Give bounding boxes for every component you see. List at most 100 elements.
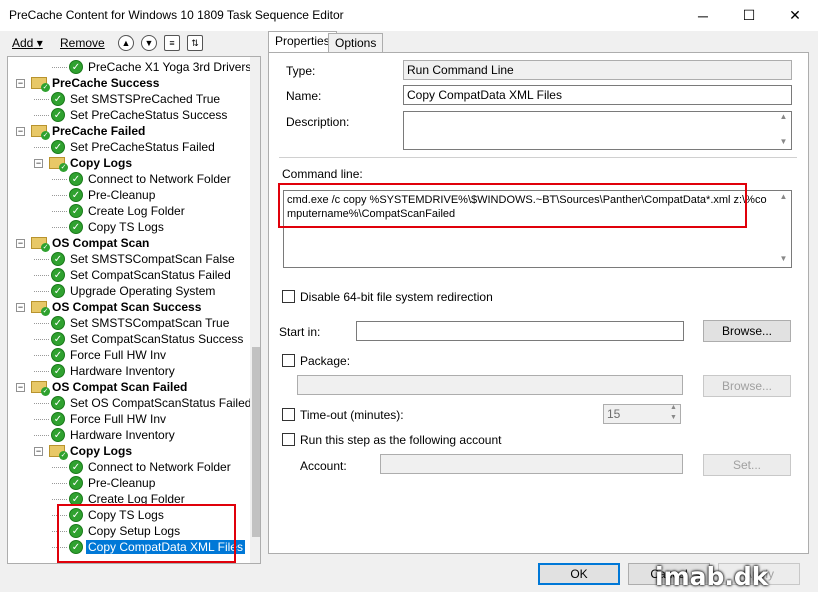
disable-64bit-checkbox[interactable]	[282, 290, 295, 303]
tree-group[interactable]: − OS Compat Scan Success	[16, 299, 203, 316]
tree-step[interactable]: ✓ Force Full HW Inv	[34, 411, 168, 427]
tree-connector	[34, 258, 49, 260]
tree-group[interactable]: − Copy Logs	[34, 443, 134, 460]
folder-icon	[31, 237, 50, 252]
remove-button[interactable]: Remove	[60, 36, 105, 50]
tree-group[interactable]: − OS Compat Scan Failed	[16, 379, 189, 396]
add-button[interactable]: Add ▾	[12, 36, 43, 50]
tree-step[interactable]: ✓ Create Log Folder	[52, 203, 187, 219]
tree-step[interactable]: ✓ Set CompatScanStatus Success	[34, 331, 245, 347]
tree-item-label: Set OS CompatScanStatus Failed	[70, 396, 252, 410]
maximize-icon: ☐	[742, 7, 756, 23]
stepper-down-icon[interactable]: ▼	[667, 414, 680, 421]
folder-icon	[31, 77, 50, 92]
tree-group[interactable]: − OS Compat Scan	[16, 235, 151, 252]
tree-step[interactable]: ✓ Hardware Inventory	[34, 427, 177, 443]
tree-connector	[34, 98, 49, 100]
tree-step[interactable]: ✓ Pre-Cleanup	[52, 475, 157, 491]
scroll-down-icon[interactable]: ▼	[777, 137, 790, 146]
tree-connector	[34, 354, 49, 356]
success-check-icon: ✓	[51, 428, 65, 442]
move-up-icon[interactable]: ▲	[118, 35, 134, 51]
start-in-label: Start in:	[279, 325, 321, 339]
tree-connector	[34, 418, 49, 420]
scroll-up-icon[interactable]: ▲	[777, 192, 790, 201]
description-input[interactable]	[403, 111, 792, 150]
tree-item-label: Copy Logs	[70, 444, 132, 458]
collapse-icon[interactable]: −	[16, 78, 25, 88]
type-field: Run Command Line	[403, 60, 792, 80]
tree-group[interactable]: − PreCache Failed	[16, 123, 147, 140]
tree-step[interactable]: ✓ Hardware Inventory	[34, 363, 177, 379]
tree-connector	[52, 466, 67, 468]
tree-step[interactable]: ✓ Set PreCacheStatus Success	[34, 107, 229, 123]
properties-panel: Type: Run Command Line Name: Copy Compat…	[268, 52, 809, 554]
task-sequence-tree[interactable]: ✓ PreCache X1 Yoga 3rd Drivers − PreCache S…	[7, 56, 261, 564]
tree-step[interactable]: ✓ Pre-Cleanup	[52, 187, 157, 203]
tree-step[interactable]: ✓ Connect to Network Folder	[52, 459, 233, 475]
tree-scrollbar[interactable]	[250, 57, 260, 563]
tree-item-label: Hardware Inventory	[70, 428, 175, 442]
move-down-icon[interactable]: ▼	[141, 35, 157, 51]
tree-group[interactable]: − PreCache Success	[16, 75, 161, 92]
folder-icon	[31, 301, 50, 316]
collapse-icon[interactable]: −	[16, 126, 25, 136]
timeout-checkbox[interactable]	[282, 408, 295, 421]
tree-item-label: OS Compat Scan Success	[52, 300, 202, 314]
scroll-up-icon[interactable]: ▲	[777, 112, 790, 121]
browse-button[interactable]: Browse...	[703, 320, 791, 342]
collapse-icon[interactable]: −	[16, 302, 25, 312]
minimize-button[interactable]: ─	[680, 0, 726, 31]
indent-icon[interactable]: ≡	[164, 35, 180, 51]
ok-button[interactable]: OK	[538, 563, 620, 585]
tree-step[interactable]: ✓ Force Full HW Inv	[34, 347, 168, 363]
tab-properties[interactable]: Properties	[268, 31, 337, 53]
tree-step[interactable]: ✓ Copy TS Logs	[52, 219, 166, 235]
tree-step[interactable]: ✓ Set SMSTSCompatScan True	[34, 315, 231, 331]
outdent-icon[interactable]: ⇅	[187, 35, 203, 51]
stepper-up-icon[interactable]: ▲	[667, 404, 680, 411]
package-checkbox[interactable]	[282, 354, 295, 367]
run-as-checkbox[interactable]	[282, 433, 295, 446]
tree-connector	[52, 482, 67, 484]
tree-step[interactable]: ✓ Set CompatScanStatus Failed	[34, 267, 233, 283]
command-line-label: Command line:	[282, 167, 363, 181]
collapse-icon[interactable]: −	[34, 158, 43, 168]
name-input[interactable]: Copy CompatData XML Files	[403, 85, 792, 105]
tree-step[interactable]: ✓ Set SMSTSPreCached True	[34, 91, 222, 107]
divider	[279, 157, 797, 158]
collapse-icon[interactable]: −	[34, 446, 43, 456]
tree-step[interactable]: ✓ Set PreCacheStatus Failed	[34, 139, 217, 155]
tree-connector	[52, 66, 67, 68]
collapse-icon[interactable]: −	[16, 382, 25, 392]
tree-item-label: Set SMSTSPreCached True	[70, 92, 221, 106]
tree-connector	[34, 146, 49, 148]
highlight-box-tree	[57, 504, 236, 563]
success-check-icon: ✓	[51, 284, 65, 298]
tree-connector	[34, 338, 49, 340]
browse-package-button[interactable]: Browse...	[703, 375, 791, 397]
tree-step[interactable]: ✓ Set SMSTSCompatScan False	[34, 251, 237, 267]
scroll-down-icon[interactable]: ▼	[777, 254, 790, 263]
minimize-icon: ─	[698, 7, 708, 24]
tree-item-label: Set CompatScanStatus Success	[70, 332, 244, 346]
maximize-button[interactable]: ☐	[726, 0, 772, 31]
tree-group[interactable]: − Copy Logs	[34, 155, 134, 172]
tree-step[interactable]: ✓ Connect to Network Folder	[52, 171, 233, 187]
tree-step[interactable]: ✓ PreCache X1 Yoga 3rd Drivers	[52, 59, 253, 75]
tree-item-label: OS Compat Scan Failed	[52, 380, 188, 394]
set-button[interactable]: Set...	[703, 454, 791, 476]
tree-item-label: Set PreCacheStatus Success	[70, 108, 228, 122]
tree-item-label: Upgrade Operating System	[70, 284, 216, 298]
collapse-icon[interactable]: −	[16, 238, 25, 248]
tree-step[interactable]: ✓ Set OS CompatScanStatus Failed	[34, 395, 253, 411]
close-button[interactable]: ✕	[772, 0, 818, 31]
tab-options[interactable]: Options	[328, 33, 384, 53]
tree-step[interactable]: ✓ Upgrade Operating System	[34, 283, 217, 299]
tree-scrollbar-thumb[interactable]	[252, 347, 260, 537]
success-check-icon: ✓	[69, 172, 83, 186]
success-check-icon: ✓	[51, 268, 65, 282]
start-in-input[interactable]	[356, 321, 684, 341]
tree-item-label: PreCache Success	[52, 76, 160, 90]
success-check-icon: ✓	[69, 188, 83, 202]
